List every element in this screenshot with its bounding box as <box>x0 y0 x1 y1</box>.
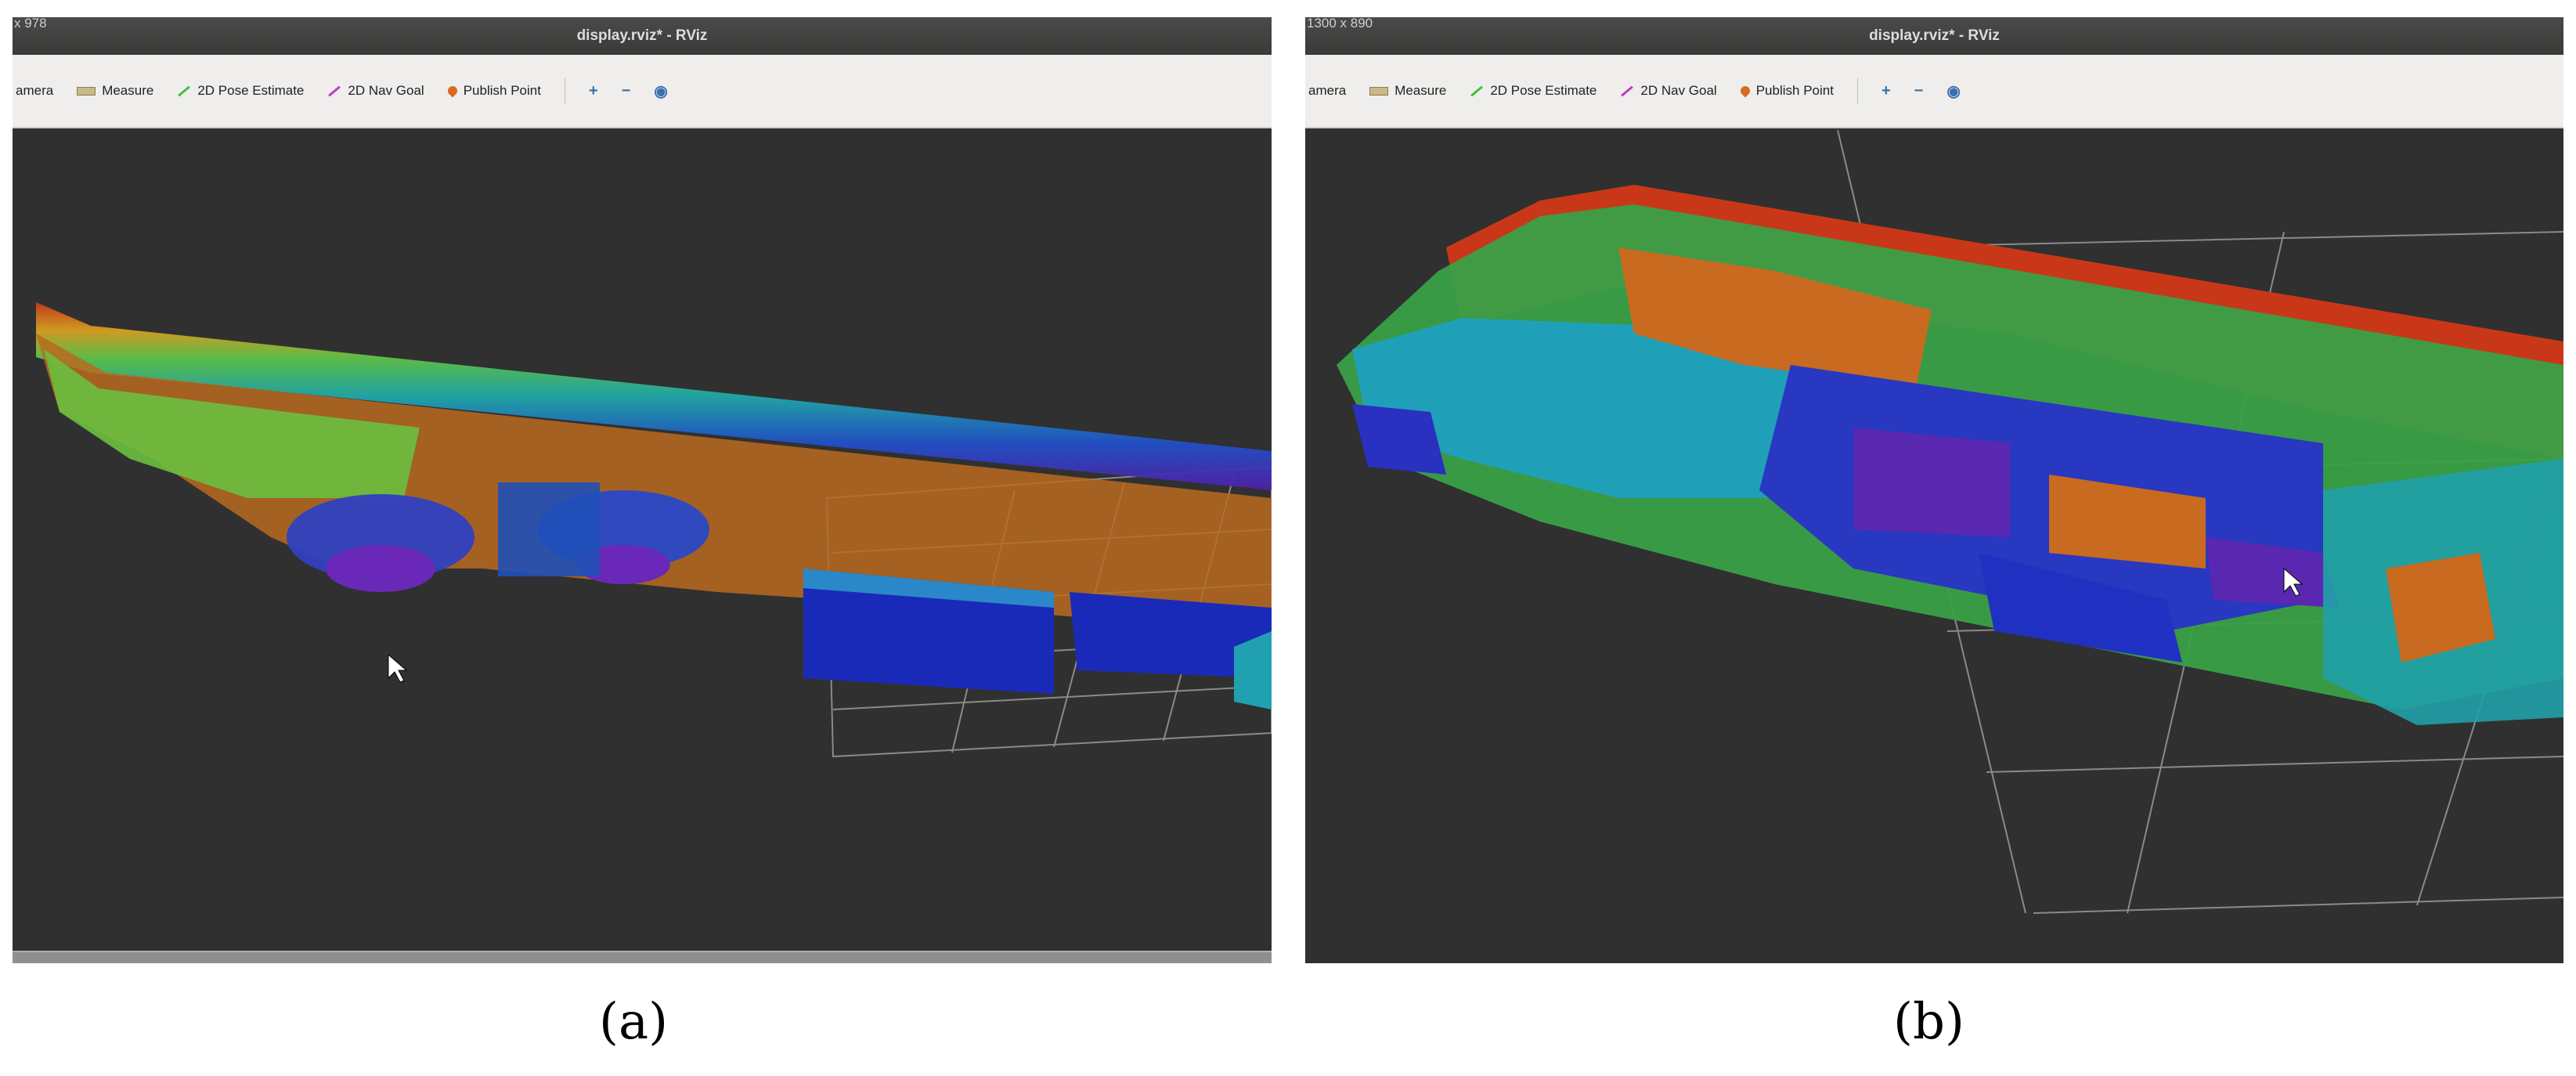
pose-estimate-icon <box>1470 85 1484 96</box>
3d-viewport[interactable] <box>1305 130 2563 963</box>
publish-point-tool[interactable]: Publish Point <box>1738 83 1834 99</box>
publish-point-icon <box>446 84 460 98</box>
measure-icon <box>1369 86 1389 96</box>
voxel-map-view[interactable] <box>1305 130 2563 963</box>
publish-point-tool[interactable]: Publish Point <box>446 83 541 99</box>
resolution-readout: x 978 <box>14 17 47 31</box>
3d-viewport[interactable] <box>13 130 1272 963</box>
mouse-cursor-icon <box>388 653 408 683</box>
toolbar: amera Measure 2D Pose Estimate 2D Nav Go… <box>13 55 1272 128</box>
zoom-out-icon[interactable]: − <box>622 82 631 100</box>
caption-b: (b) <box>1893 993 1964 1051</box>
point-cloud-view[interactable] <box>13 130 1272 963</box>
view-icon[interactable]: ◉ <box>1946 81 1960 101</box>
rviz-window-b: 1300 x 890 display.rviz* - RViz amera Me… <box>1305 17 2563 963</box>
pose-estimate-tool[interactable]: 2D Pose Estimate <box>1470 83 1596 99</box>
window-title: display.rviz* - RViz <box>576 27 708 44</box>
toolbar-separator <box>1856 78 1858 104</box>
zoom-out-icon[interactable]: − <box>1914 82 1924 100</box>
measure-tool[interactable]: Measure <box>77 83 153 99</box>
toolbar: amera Measure 2D Pose Estimate 2D Nav Go… <box>1305 55 2563 128</box>
nav-goal-tool[interactable]: 2D Nav Goal <box>327 83 424 99</box>
resolution-readout: 1300 x 890 <box>1307 17 1373 31</box>
rviz-window-a: x 978 display.rviz* - RViz amera Measure… <box>13 17 1272 963</box>
status-bar <box>13 951 1272 963</box>
camera-tool[interactable]: amera <box>16 83 53 99</box>
publish-point-icon <box>1738 84 1752 98</box>
nav-goal-icon <box>328 85 341 96</box>
measure-tool[interactable]: Measure <box>1369 83 1446 99</box>
caption-a: (a) <box>599 993 669 1051</box>
nav-goal-icon <box>1621 85 1634 96</box>
view-icon[interactable]: ◉ <box>654 81 667 101</box>
window-title: display.rviz* - RViz <box>1869 27 2000 44</box>
pose-estimate-icon <box>178 85 191 96</box>
zoom-in-icon[interactable]: + <box>1881 82 1891 100</box>
title-bar: 1300 x 890 display.rviz* - RViz <box>1305 17 2563 55</box>
nav-goal-tool[interactable]: 2D Nav Goal <box>1620 83 1717 99</box>
measure-icon <box>77 86 96 96</box>
camera-tool[interactable]: amera <box>1308 83 1346 99</box>
zoom-in-icon[interactable]: + <box>589 82 598 100</box>
pose-estimate-tool[interactable]: 2D Pose Estimate <box>177 83 304 99</box>
title-bar: x 978 display.rviz* - RViz <box>13 17 1272 55</box>
